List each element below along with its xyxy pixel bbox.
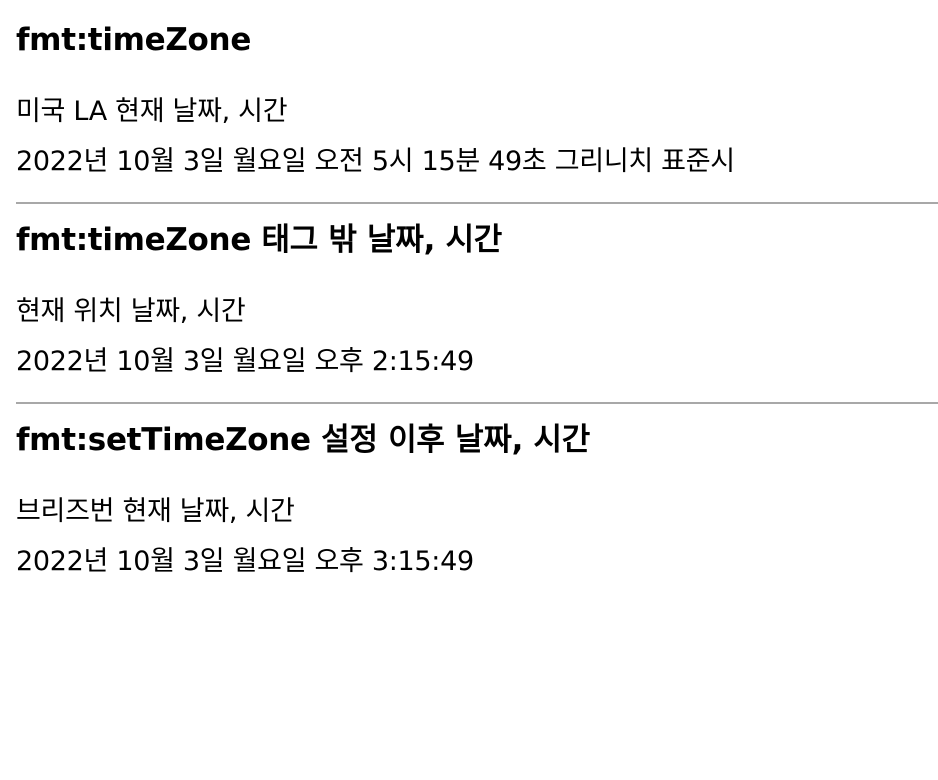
section-label: 현재 위치 날짜, 시간	[16, 296, 246, 327]
page-content: fmt:timeZone 미국 LA 현재 날짜, 시간 2022년 10월 3…	[0, 0, 938, 780]
section-heading: fmt:timeZone 태그 밖 날짜, 시간	[16, 222, 503, 258]
section-label: 브리즈번 현재 날짜, 시간	[16, 496, 295, 527]
datetime-value: 2022년 10월 3일 월요일 오후 2:15:49	[16, 346, 474, 377]
datetime-value: 2022년 10월 3일 월요일 오전 5시 15분 49초 그리니치 표준시	[16, 146, 735, 177]
section-label: 미국 LA 현재 날짜, 시간	[16, 96, 288, 127]
section-heading: fmt:setTimeZone 설정 이후 날짜, 시간	[16, 422, 590, 458]
timezone-section-local: fmt:timeZone 태그 밖 날짜, 시간 현재 위치 날짜, 시간 20…	[16, 204, 938, 404]
datetime-value: 2022년 10월 3일 월요일 오후 3:15:49	[16, 546, 474, 577]
section-heading: fmt:timeZone	[16, 22, 252, 58]
timezone-section-brisbane: fmt:setTimeZone 설정 이후 날짜, 시간 브리즈번 현재 날짜,…	[16, 404, 938, 580]
timezone-section-la: fmt:timeZone 미국 LA 현재 날짜, 시간 2022년 10월 3…	[16, 0, 938, 204]
